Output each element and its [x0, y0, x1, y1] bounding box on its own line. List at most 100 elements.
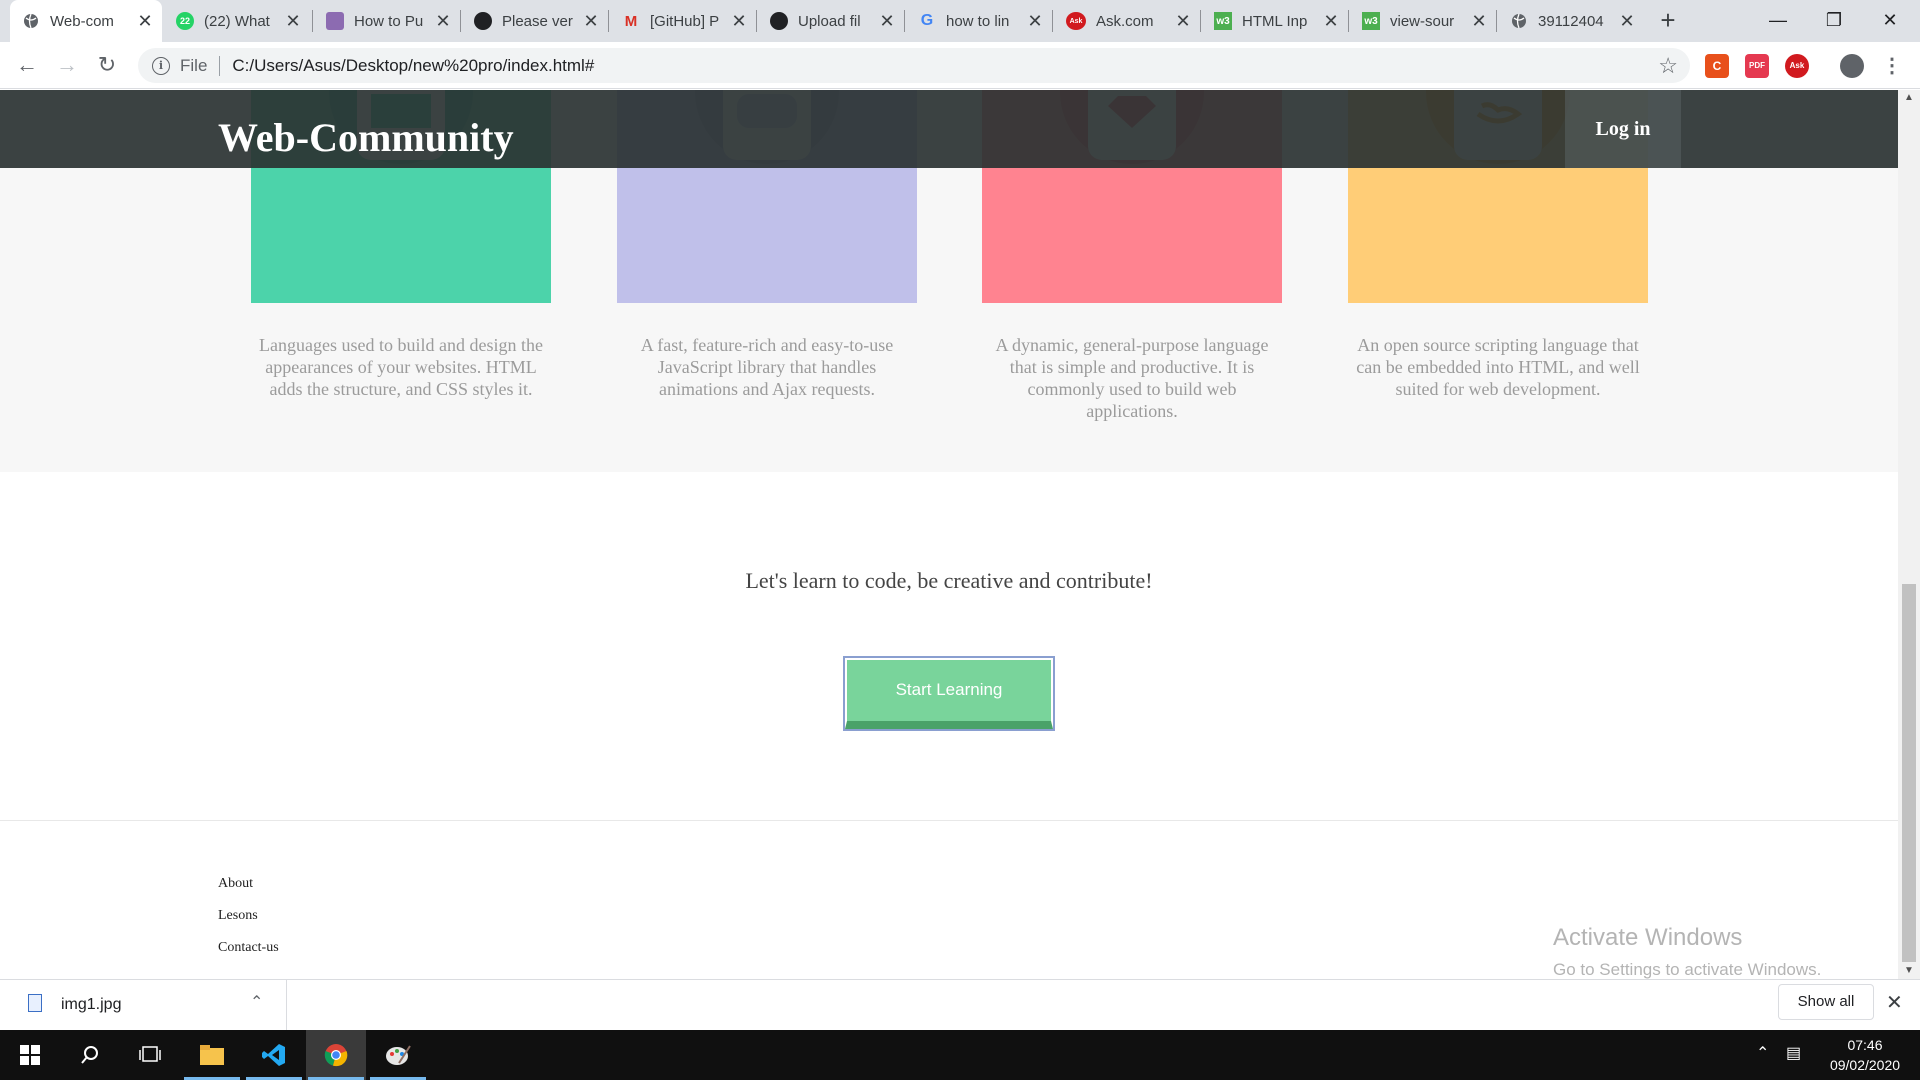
notification-icon[interactable]: ▤ [1786, 1043, 1801, 1063]
tab-title: view-sour [1390, 12, 1455, 30]
tab-google[interactable]: G how to lin ✕ [906, 0, 1052, 42]
footer-link-lessons[interactable]: Lesons [218, 908, 258, 924]
windows-start-icon[interactable] [0, 1030, 60, 1080]
tab-title: (22) What [204, 12, 270, 30]
tab-separator [1496, 10, 1497, 32]
globe-icon [22, 12, 40, 30]
card-description: Languages used to build and design the a… [259, 335, 543, 399]
tab-title: Web-com [50, 12, 114, 30]
clock-date: 09/02/2020 [1829, 1057, 1901, 1073]
tab-stack[interactable]: How to Pu ✕ [314, 0, 460, 42]
tab-separator [460, 10, 461, 32]
close-tab-icon[interactable]: ✕ [1320, 11, 1342, 32]
chrome-icon[interactable] [306, 1030, 366, 1080]
activate-windows-title: Activate Windows [1553, 924, 1743, 951]
tab-strip: Web-com ✕ 22 (22) What ✕ How to Pu ✕ Ple… [0, 0, 1920, 42]
close-window-icon[interactable]: ✕ [1862, 0, 1918, 42]
card-description: An open source scripting language that c… [1356, 335, 1640, 399]
close-tab-icon[interactable]: ✕ [282, 11, 304, 32]
tab-ask[interactable]: Ask Ask.com ✕ [1054, 0, 1200, 42]
close-tab-icon[interactable]: ✕ [1468, 11, 1490, 32]
tab-title: HTML Inp [1242, 12, 1308, 30]
task-view-icon[interactable] [120, 1030, 180, 1080]
paint-icon[interactable] [368, 1030, 428, 1080]
tab-separator [1052, 10, 1053, 32]
site-logo[interactable]: Web-Community [218, 114, 514, 161]
forward-arrow-icon[interactable]: → [52, 50, 82, 80]
tab-whatsapp[interactable]: 22 (22) What ✕ [164, 0, 310, 42]
github-icon [770, 12, 788, 30]
close-tab-icon[interactable]: ✕ [432, 11, 454, 32]
tab-numbered[interactable]: 39112404 ✕ [1498, 0, 1644, 42]
pdf-extension-icon[interactable]: PDF [1745, 54, 1769, 78]
tab-github-verify[interactable]: Please ver ✕ [462, 0, 608, 42]
tab-separator [904, 10, 905, 32]
tab-separator [1200, 10, 1201, 32]
divider [219, 55, 221, 76]
tab-web-community[interactable]: Web-com ✕ [10, 0, 162, 42]
reload-icon[interactable]: ↻ [92, 50, 122, 80]
image-file-icon [28, 994, 42, 1012]
close-tab-icon[interactable]: ✕ [1172, 11, 1194, 32]
github-icon [474, 12, 492, 30]
page-viewport: Languages used to build and design the a… [0, 90, 1898, 979]
ask-extension-icon[interactable]: Ask [1785, 54, 1809, 78]
tab-separator [756, 10, 757, 32]
scroll-down-icon[interactable]: ▼ [1898, 963, 1920, 979]
close-tab-icon[interactable]: ✕ [1616, 11, 1638, 32]
tab-github-upload[interactable]: Upload fil ✕ [758, 0, 904, 42]
tab-separator [312, 10, 313, 32]
scrollbar-thumb[interactable] [1902, 584, 1916, 962]
extension-c-icon[interactable]: C [1705, 54, 1729, 78]
start-learning-button[interactable]: Start Learning [845, 658, 1053, 729]
download-file-name: img1.jpg [61, 996, 122, 1013]
w3schools-icon: w3 [1362, 12, 1380, 30]
tab-title: [GitHub] P [650, 12, 720, 30]
scroll-up-icon[interactable]: ▲ [1898, 90, 1920, 106]
download-shelf: img1.jpg ⌃ Show all ✕ [0, 979, 1920, 1030]
tab-gmail[interactable]: M [GitHub] P ✕ [610, 0, 756, 42]
login-button[interactable]: Log in [1565, 90, 1681, 168]
ask-icon: Ask [1066, 12, 1086, 30]
restore-icon[interactable]: ❐ [1806, 0, 1862, 42]
bookmark-star-icon[interactable]: ☆ [1658, 53, 1678, 79]
gmail-icon: M [624, 12, 638, 30]
download-item[interactable]: img1.jpg ⌃ [0, 980, 287, 1030]
footer-link-contact[interactable]: Contact-us [218, 940, 279, 956]
close-tab-icon[interactable]: ✕ [134, 11, 156, 32]
close-tab-icon[interactable]: ✕ [580, 11, 602, 32]
close-tab-icon[interactable]: ✕ [876, 11, 898, 32]
tab-title: Ask.com [1096, 12, 1154, 30]
footer-link-about[interactable]: About [218, 876, 253, 892]
chevron-up-icon[interactable]: ⌃ [250, 992, 263, 1012]
menu-kebab-icon[interactable]: ⋮ [1880, 54, 1904, 78]
card-description: A dynamic, general-purpose language that… [995, 335, 1269, 421]
tab-title: 39112404 [1538, 12, 1604, 30]
tab-separator [608, 10, 609, 32]
clock-time: 07:46 [1847, 1037, 1883, 1053]
back-arrow-icon[interactable]: ← [12, 50, 42, 80]
tab-title: Please ver [502, 12, 573, 30]
tab-view-source[interactable]: w3 view-sour ✕ [1350, 0, 1496, 42]
page-scrollbar[interactable]: ▲ ▼ [1898, 90, 1920, 979]
info-icon[interactable]: i [152, 56, 170, 75]
show-all-button[interactable]: Show all [1778, 984, 1874, 1020]
file-explorer-icon[interactable] [182, 1030, 242, 1080]
minimize-icon[interactable]: — [1750, 0, 1806, 42]
close-tab-icon[interactable]: ✕ [728, 11, 750, 32]
activate-windows-subtitle: Go to Settings to activate Windows. [1553, 960, 1822, 979]
new-tab-button[interactable]: + [1652, 6, 1684, 36]
address-bar[interactable]: i File C:/Users/Asus/Desktop/new%20pro/i… [138, 48, 1690, 83]
windows-taskbar: ⌃ ▤ 07:46 09/02/2020 [0, 1030, 1920, 1080]
vscode-icon[interactable] [244, 1030, 304, 1080]
scheme-label: File [180, 55, 208, 75]
footer-divider [0, 820, 1898, 821]
close-shelf-icon[interactable]: ✕ [1886, 990, 1903, 1015]
close-tab-icon[interactable]: ✕ [1024, 11, 1046, 32]
chevron-up-icon[interactable]: ⌃ [1756, 1043, 1769, 1063]
site-header: Web-Community Log in [0, 90, 1898, 168]
tab-html-input[interactable]: w3 HTML Inp ✕ [1202, 0, 1348, 42]
clock[interactable]: 07:46 09/02/2020 [1810, 1035, 1920, 1075]
search-icon[interactable] [60, 1030, 120, 1080]
profile-avatar-icon[interactable] [1840, 54, 1864, 78]
